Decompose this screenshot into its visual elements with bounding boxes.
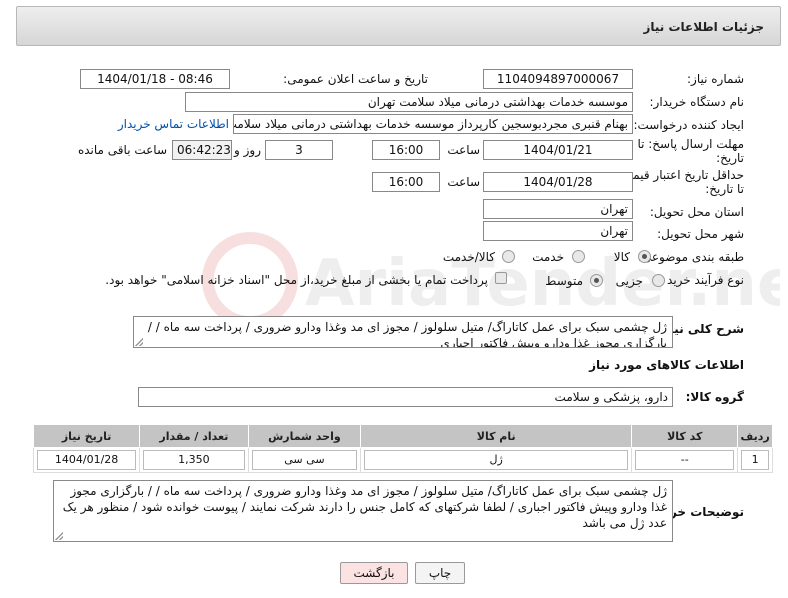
category-radio-goods[interactable] [638, 250, 651, 263]
process-option-medium: متوسط [545, 274, 583, 288]
response-deadline-label-2: تاریخ: [716, 151, 744, 165]
delivery-city-label: شهر محل تحویل: [657, 227, 744, 241]
days-field: 3 [265, 140, 333, 160]
response-time-label: ساعت [447, 143, 480, 157]
buyer-org-label: نام دستگاه خریدار: [649, 95, 745, 109]
table-row: 1 -- ژل سی سی 1,350 1404/01/28 [32, 447, 773, 473]
need-number-field: 1104094897000067 [483, 69, 633, 89]
col-code: کد کالا [631, 424, 739, 448]
goods-group-field: دارو، پزشکی و سلامت [138, 387, 673, 407]
cell-code: -- [635, 450, 735, 470]
goods-info-title: اطلاعات کالاهای مورد نیاز [589, 358, 744, 372]
buyer-org-field: موسسه خدمات بهداشتی درمانی میلاد سلامت ت… [185, 92, 633, 112]
price-validity-date-field: 1404/01/28 [483, 172, 633, 192]
back-button[interactable]: بازگشت [340, 562, 408, 584]
general-description-text: ژل چشمی سبک برای عمل کاتاراگ/ متیل سلولو… [147, 320, 667, 348]
price-validity-time-field: 16:00 [372, 172, 440, 192]
resize-grip-icon[interactable] [55, 532, 63, 540]
goods-table: ردیف کد کالا نام کالا واحد شمارش تعداد /… [32, 424, 773, 473]
table-header-row: ردیف کد کالا نام کالا واحد شمارش تعداد /… [32, 424, 773, 448]
cell-qty: 1,350 [143, 450, 245, 470]
buyer-contact-link[interactable]: اطلاعات تماس خریدار [118, 117, 229, 131]
days-label: روز و [234, 143, 261, 157]
announce-datetime-label: تاریخ و ساعت اعلان عمومی: [283, 72, 428, 86]
page-title: جزئیات اطلاعات نیاز [643, 20, 764, 34]
resize-grip-icon[interactable] [135, 338, 143, 346]
col-qty: تعداد / مقدار [139, 424, 249, 448]
requester-label: ایجاد کننده درخواست: [633, 118, 744, 132]
process-option-minor: جزیی [615, 274, 643, 288]
response-deadline-label-1: مهلت ارسال پاسخ: تا [637, 137, 744, 151]
price-validity-label-2: تا تاریخ: [705, 182, 744, 196]
goods-group-label: گروه کالا: [685, 390, 744, 404]
category-option-service: خدمت [532, 250, 564, 264]
col-unit: واحد شمارش [247, 424, 362, 448]
need-number-label: شماره نیاز: [687, 72, 744, 86]
delivery-province-field: تهران [483, 199, 633, 219]
general-description-field[interactable]: ژل چشمی سبک برای عمل کاتاراگ/ متیل سلولو… [133, 316, 673, 348]
process-radio-medium[interactable] [590, 274, 603, 287]
remaining-time-field: 06:42:23 [172, 140, 232, 160]
buyer-notes-field[interactable]: ژل چشمی سبک برای عمل کاتاراگ/ متیل سلولو… [53, 480, 673, 542]
cell-name: ژل [364, 450, 629, 470]
col-name: نام کالا [360, 424, 633, 448]
price-validity-label-1: حداقل تاریخ اعتبار قیمت: [617, 168, 744, 182]
requester-field: بهنام قنبری مجردبوسجین کارپرداز موسسه خد… [233, 114, 633, 134]
delivery-city-field: تهران [483, 221, 633, 241]
announce-datetime-field: 1404/01/18 - 08:46 [80, 69, 230, 89]
delivery-province-label: استان محل تحویل: [649, 205, 744, 219]
cell-row: 1 [741, 450, 769, 470]
response-date-field: 1404/01/21 [483, 140, 633, 160]
price-validity-time-label: ساعت [447, 175, 480, 189]
treasury-payment-note: پرداخت تمام یا بخشی از مبلغ خرید،از محل … [105, 273, 488, 287]
category-radio-service[interactable] [572, 250, 585, 263]
category-option-goods: کالا [613, 250, 630, 264]
treasury-payment-checkbox[interactable] [495, 272, 507, 284]
col-row: ردیف [737, 424, 773, 448]
remaining-time-label: ساعت باقی مانده [77, 143, 167, 157]
cell-date: 1404/01/28 [37, 450, 137, 470]
category-option-goods-service: کالا/خدمت [442, 250, 495, 264]
print-button[interactable]: چاپ [415, 562, 465, 584]
category-label: طبقه بندی موضوعی: [637, 250, 744, 264]
category-radio-goods-service[interactable] [502, 250, 515, 263]
header-panel: جزئیات اطلاعات نیاز [16, 6, 781, 46]
cell-unit: سی سی [251, 450, 358, 470]
process-radio-minor[interactable] [652, 274, 665, 287]
col-date: تاریخ نیاز [32, 424, 141, 448]
purchase-process-label: نوع فرآیند خرید : [659, 273, 744, 287]
buyer-notes-text: ژل چشمی سبک برای عمل کاتاراگ/ متیل سلولو… [62, 484, 667, 530]
response-time-field: 16:00 [372, 140, 440, 160]
